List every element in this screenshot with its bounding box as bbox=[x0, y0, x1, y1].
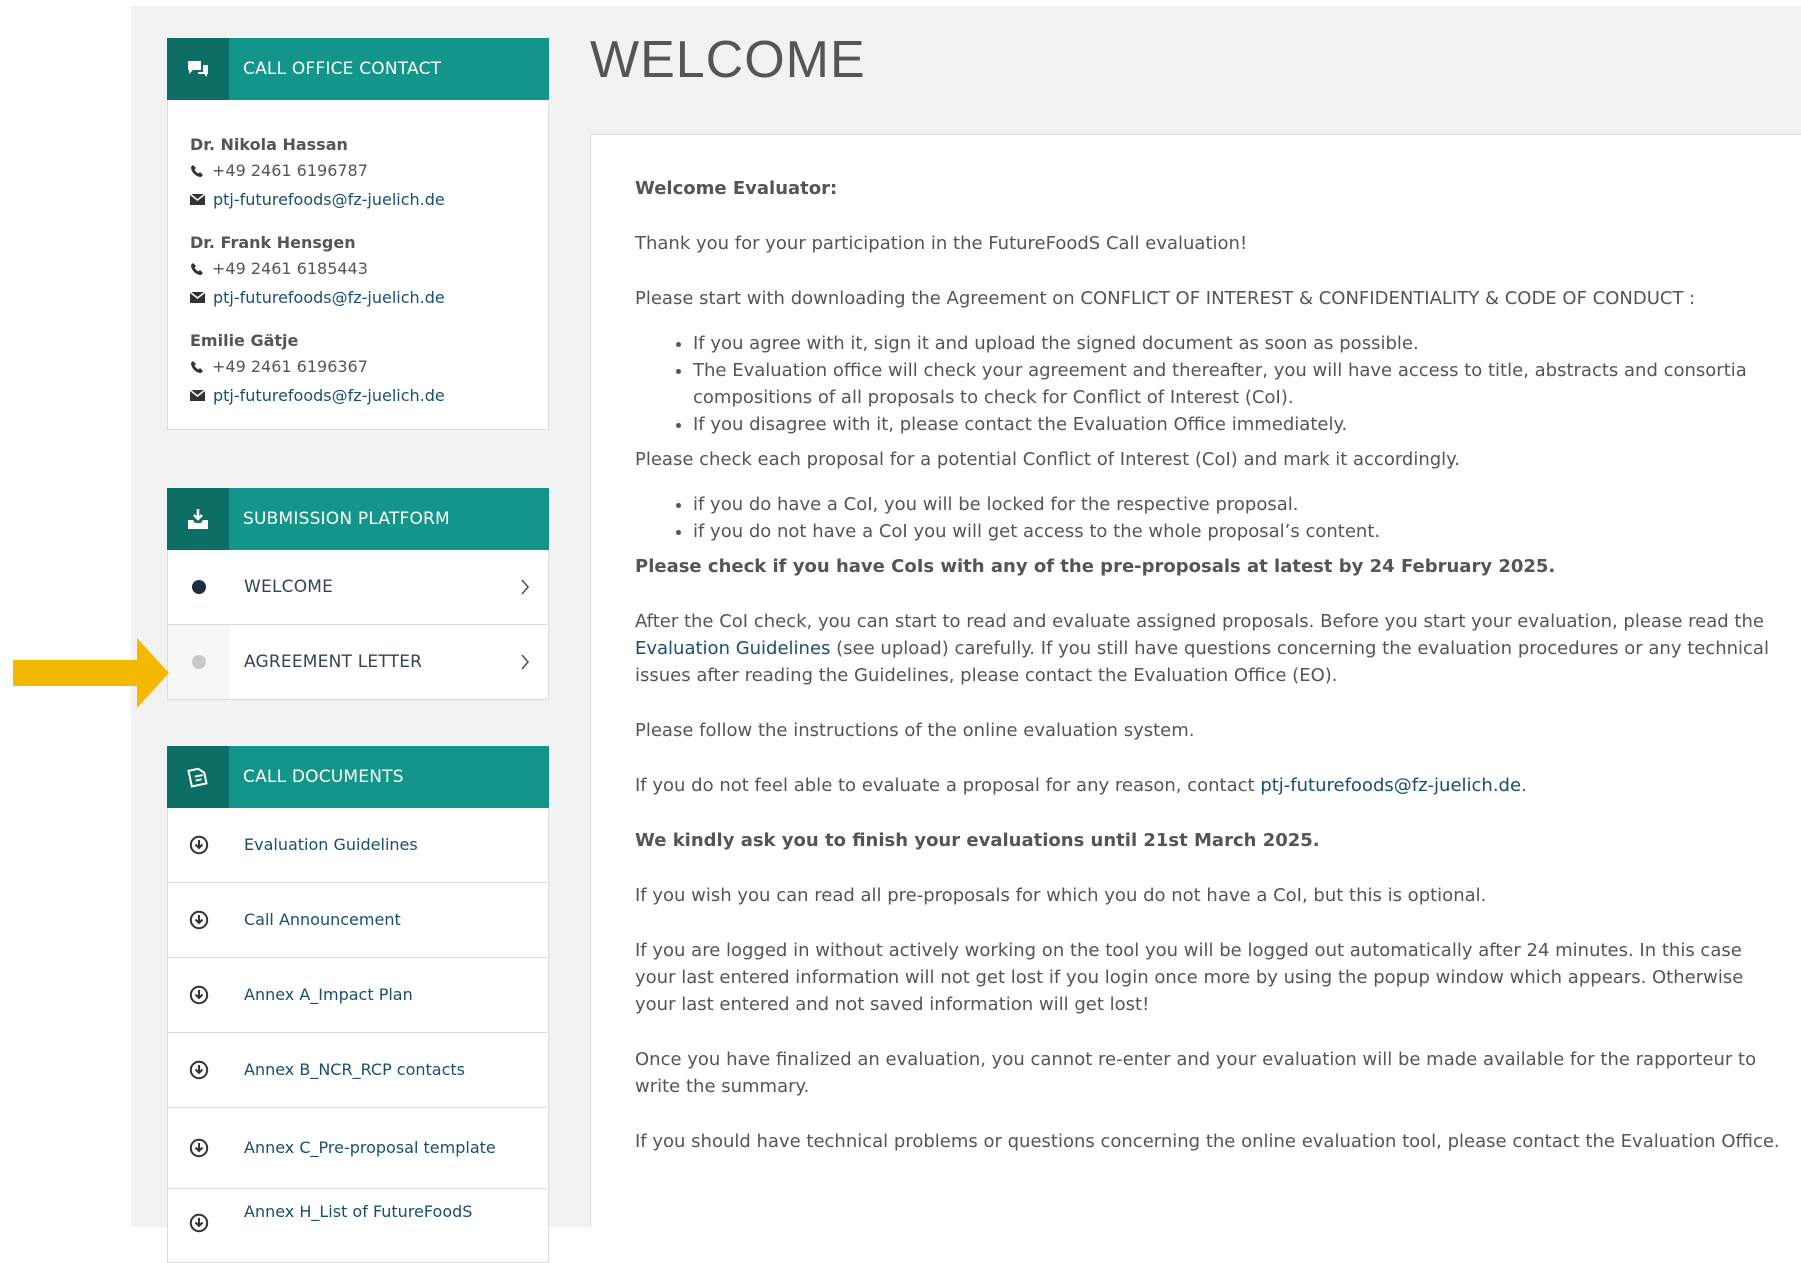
agreement-list: If you agree with it, sign it and upload… bbox=[635, 330, 1785, 438]
list-item: If you agree with it, sign it and upload… bbox=[693, 330, 1785, 357]
welcome-text: Welcome Evaluator: Thank you for your pa… bbox=[635, 175, 1785, 1183]
paragraph: Thank you for your participation in the … bbox=[635, 233, 1248, 254]
document-item[interactable]: Annex B_NCR_RCP contacts bbox=[168, 1032, 548, 1107]
documents-panel: CALL DOCUMENTS Evaluation Guidelines Cal… bbox=[167, 746, 549, 1263]
envelope-icon bbox=[190, 194, 205, 205]
chevron-right-icon bbox=[521, 579, 530, 595]
contact-email-link[interactable]: ptj-futurefoods@fz-juelich.de bbox=[1260, 775, 1521, 796]
contact-email-link[interactable]: ptj-futurefoods@fz-juelich.de bbox=[213, 381, 445, 410]
paragraph: If you wish you can read all pre-proposa… bbox=[635, 885, 1487, 906]
download-circle-icon bbox=[168, 1199, 230, 1233]
document-item[interactable]: Annex C_Pre-proposal template bbox=[168, 1107, 548, 1188]
contact-email[interactable]: ptj-futurefoods@fz-juelich.de bbox=[190, 381, 548, 410]
envelope-icon bbox=[190, 292, 205, 303]
status-dot-active-icon bbox=[192, 580, 206, 594]
download-circle-icon bbox=[168, 1060, 230, 1080]
download-circle-icon bbox=[168, 910, 230, 930]
list-item: if you do not have a CoI you will get ac… bbox=[693, 518, 1785, 545]
paragraph: Please follow the instructions of the on… bbox=[635, 720, 1195, 741]
document-item[interactable]: Annex H_List of FutureFoodS bbox=[168, 1188, 548, 1262]
documents-panel-title: CALL DOCUMENTS bbox=[243, 767, 404, 787]
document-label: Annex B_NCR_RCP contacts bbox=[244, 1060, 466, 1079]
list-item: The Evaluation office will check your ag… bbox=[693, 357, 1785, 411]
contact-panel-title: CALL OFFICE CONTACT bbox=[243, 59, 442, 79]
nav-item-label: WELCOME bbox=[244, 577, 334, 597]
submission-panel-header: SUBMISSION PLATFORM bbox=[167, 488, 549, 550]
documents-icon bbox=[167, 746, 229, 808]
annotation-arrow-icon bbox=[13, 638, 169, 708]
nav-status-cell bbox=[168, 550, 230, 624]
document-item[interactable]: Call Announcement bbox=[168, 882, 548, 957]
paragraph: After the CoI check, you can start to re… bbox=[635, 608, 1785, 689]
nav-item-agreement-letter[interactable]: AGREEMENT LETTER bbox=[168, 624, 548, 699]
contact-phone-text: +49 2461 6185443 bbox=[212, 259, 368, 278]
documents-panel-header: CALL DOCUMENTS bbox=[167, 746, 549, 808]
contact-entry: Dr. Frank Hensgen +49 2461 6185443 ptj-f… bbox=[190, 232, 548, 312]
document-label: Annex C_Pre-proposal template bbox=[244, 1138, 496, 1157]
nav-item-welcome[interactable]: WELCOME bbox=[168, 550, 548, 624]
submission-panel-title: SUBMISSION PLATFORM bbox=[243, 509, 450, 529]
contact-list: Dr. Nikola Hassan +49 2461 6196787 ptj-f… bbox=[167, 100, 549, 430]
greeting: Welcome Evaluator: bbox=[635, 178, 838, 199]
chat-bubbles-icon bbox=[167, 38, 229, 100]
document-label: Call Announcement bbox=[244, 910, 401, 929]
list-item: If you disagree with it, please contact … bbox=[693, 411, 1785, 438]
paragraph: Please start with downloading the Agreem… bbox=[635, 288, 1696, 309]
contact-phone: +49 2461 6185443 bbox=[190, 254, 548, 283]
paragraph: Please check each proposal for a potenti… bbox=[635, 449, 1460, 470]
download-circle-icon bbox=[168, 1138, 230, 1158]
list-item: if you do have a CoI, you will be locked… bbox=[693, 491, 1785, 518]
paragraph: If you are logged in without actively wo… bbox=[635, 940, 1744, 1015]
documents-list: Evaluation Guidelines Call Announcement … bbox=[167, 808, 549, 1263]
contact-phone-text: +49 2461 6196787 bbox=[212, 161, 368, 180]
evaluation-guidelines-link[interactable]: Evaluation Guidelines bbox=[635, 638, 830, 659]
text-span: After the CoI check, you can start to re… bbox=[635, 611, 1764, 632]
phone-icon bbox=[191, 360, 203, 373]
welcome-content-card: Welcome Evaluator: Thank you for your pa… bbox=[590, 134, 1801, 1227]
contact-name: Dr. Frank Hensgen bbox=[190, 233, 356, 252]
text-span: If you do not feel able to evaluate a pr… bbox=[635, 775, 1261, 796]
contact-phone: +49 2461 6196787 bbox=[190, 156, 548, 185]
document-label: Evaluation Guidelines bbox=[244, 835, 418, 854]
contact-phone-text: +49 2461 6196367 bbox=[212, 357, 368, 376]
download-circle-icon bbox=[168, 985, 230, 1005]
contact-entry: Emilie Gätje +49 2461 6196367 ptj-future… bbox=[190, 330, 548, 410]
paragraph: Once you have finalized an evaluation, y… bbox=[635, 1049, 1757, 1097]
contact-email-link[interactable]: ptj-futurefoods@fz-juelich.de bbox=[213, 283, 445, 312]
document-item[interactable]: Annex A_Impact Plan bbox=[168, 957, 548, 1032]
coi-deadline: Please check if you have CoIs with any o… bbox=[635, 556, 1556, 577]
phone-icon bbox=[191, 164, 203, 177]
download-circle-icon bbox=[168, 835, 230, 855]
download-tray-icon bbox=[167, 488, 229, 550]
contact-email[interactable]: ptj-futurefoods@fz-juelich.de bbox=[190, 283, 548, 312]
paragraph: If you do not feel able to evaluate a pr… bbox=[635, 772, 1785, 799]
text-span: . bbox=[1521, 775, 1527, 796]
contact-phone: +49 2461 6196367 bbox=[190, 352, 548, 381]
chevron-right-icon bbox=[521, 654, 530, 670]
contact-email[interactable]: ptj-futurefoods@fz-juelich.de bbox=[190, 185, 548, 214]
submission-nav: WELCOME AGREEMENT LETTER bbox=[167, 550, 549, 700]
submission-panel: SUBMISSION PLATFORM WELCOME AGREEMENT LE… bbox=[167, 488, 549, 700]
contact-name: Dr. Nikola Hassan bbox=[190, 135, 348, 154]
envelope-icon bbox=[190, 390, 205, 401]
document-label: Annex A_Impact Plan bbox=[244, 985, 413, 1004]
document-item[interactable]: Evaluation Guidelines bbox=[168, 808, 548, 882]
contact-panel: CALL OFFICE CONTACT Dr. Nikola Hassan +4… bbox=[167, 38, 549, 430]
nav-item-label: AGREEMENT LETTER bbox=[244, 652, 423, 672]
paragraph: If you should have technical problems or… bbox=[635, 1131, 1780, 1152]
page-title: WELCOME bbox=[590, 31, 866, 89]
contact-panel-header: CALL OFFICE CONTACT bbox=[167, 38, 549, 100]
status-dot-inactive-icon bbox=[192, 655, 206, 669]
nav-status-cell bbox=[168, 625, 230, 699]
coi-list: if you do have a CoI, you will be locked… bbox=[635, 491, 1785, 545]
contact-name: Emilie Gätje bbox=[190, 331, 299, 350]
evaluation-deadline: We kindly ask you to finish your evaluat… bbox=[635, 830, 1320, 851]
document-label: Annex H_List of FutureFoodS bbox=[244, 1202, 473, 1221]
contact-email-link[interactable]: ptj-futurefoods@fz-juelich.de bbox=[213, 185, 445, 214]
contact-entry: Dr. Nikola Hassan +49 2461 6196787 ptj-f… bbox=[190, 134, 548, 214]
phone-icon bbox=[191, 262, 203, 275]
